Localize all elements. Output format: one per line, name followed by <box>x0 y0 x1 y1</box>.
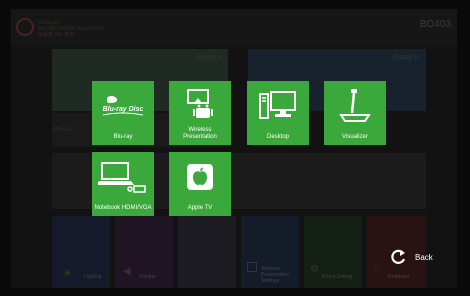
display-b-label: Display B <box>392 55 418 61</box>
volume-label: Volume <box>139 274 156 280</box>
lighting-label: Lighting <box>84 274 102 280</box>
notebook-icon <box>92 158 154 196</box>
control-screen: University BILLING ROOM / Boardroom 会議室 … <box>11 9 457 288</box>
speaker-icon: ◀ <box>123 266 131 277</box>
source-visualizer[interactable]: Visualizer <box>324 81 386 145</box>
display-a-label: Display A <box>196 55 222 61</box>
source-label: Apple TV <box>187 205 213 211</box>
bulb-icon: ☀ <box>62 266 73 280</box>
source-bluray[interactable]: Blu-ray Disc Blu-ray <box>92 81 154 145</box>
source-notebook[interactable]: Notebook HDMI/VGA <box>92 152 154 216</box>
desktop-icon <box>247 87 309 125</box>
source-apple-tv[interactable]: Apple TV <box>169 152 231 216</box>
volume-tile[interactable]: ◀ Volume <box>115 216 173 288</box>
blank-tile <box>178 216 236 288</box>
visualizer-icon <box>324 87 386 125</box>
back-label: Back <box>415 252 433 262</box>
back-button[interactable]: Back <box>391 243 451 271</box>
header-bar: University BILLING ROOM / Boardroom 会議室 … <box>11 9 457 45</box>
source-label: Visualizer <box>342 134 368 140</box>
side-label: Pre-Ln <box>54 127 73 133</box>
back-icon <box>391 249 406 264</box>
source-wireless-presentation[interactable]: Wireless Presentation <box>169 81 231 145</box>
room-setting-label: Room Setting <box>322 274 353 280</box>
bottom-tile-row: ☀ Lighting ◀ Volume Wireless Presentatio… <box>52 216 426 288</box>
source-label: Desktop <box>266 134 289 140</box>
source-label: Blu-ray <box>113 134 133 140</box>
room-code: BO403 <box>419 19 451 30</box>
wireless-presentation-icon <box>169 87 231 125</box>
monitor-icon <box>247 262 257 272</box>
logo-icon <box>16 18 34 36</box>
bluray-icon: Blu-ray Disc <box>92 87 154 125</box>
wireless-settings-label: Wireless Presentation Settings <box>261 266 290 284</box>
logo-text: University BILLING ROOM / Boardroom 会議室 … <box>38 20 104 38</box>
wireless-settings-tile[interactable]: Wireless Presentation Settings <box>241 216 299 288</box>
source-label: Notebook HDMI/VGA <box>94 205 152 211</box>
svg-text:Blu-ray Disc: Blu-ray Disc <box>103 106 144 113</box>
power-icon: ⏻ <box>373 264 381 275</box>
source-desktop[interactable]: Desktop <box>247 81 309 145</box>
lighting-tile[interactable]: ☀ Lighting <box>52 216 110 288</box>
shutdown-label: Shutdown <box>387 274 410 280</box>
apple-tv-icon <box>169 158 231 196</box>
room-setting-tile[interactable]: ⚙ Room Setting <box>304 216 362 288</box>
source-label: Wireless Presentation <box>183 127 217 140</box>
gear-icon: ⚙ <box>310 264 319 275</box>
